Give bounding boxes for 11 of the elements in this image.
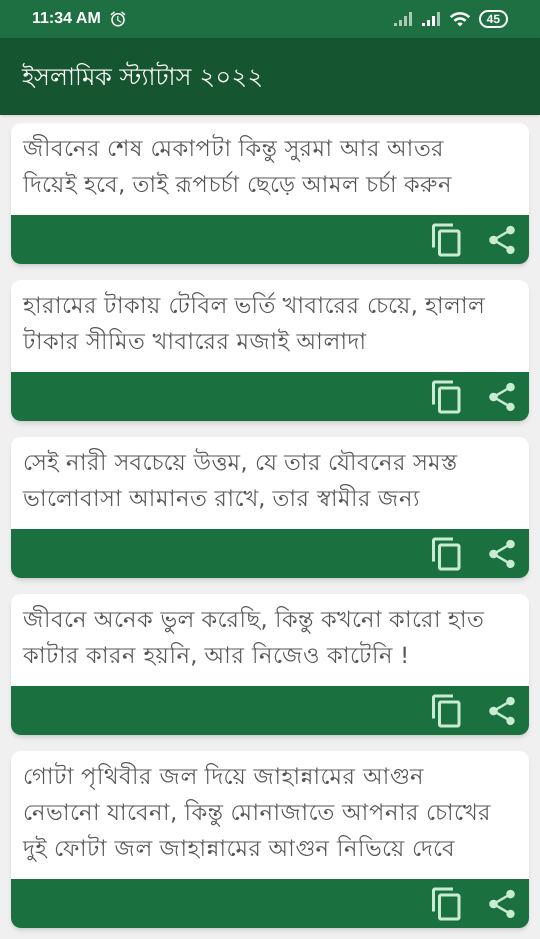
signal-icon [392,11,413,27]
status-text: জীবনের শেষ মেকাপটা কিন্তু সুরমা আর আতর দিয়েই হবে, তাই রূপচর্চা ছেড়ে আমল চর্চা করুন [22,133,454,200]
status-text: সেই নারী সবচেয়ে উত্তম, যে তার যৌবনের সমস্ত ভালোবাসা আমানত রাখে, তার স্বামীর জন্য [22,447,460,514]
app-title: ইসলামিক স্ট্যাটাস ২০২২ [22,60,264,92]
alarm-icon [108,10,127,28]
status-text: গোটা পৃথিবীর জল দিয়ে জাহান্নামের আগুন নেভানো যাবেনা, কিন্তু মোনাজাতে আপনার চোখের দুই ফোটা জল জাহান্নামের আগুন নিভিয়ে দেবে [22,761,492,864]
status-time: 11:34 AM [32,9,101,29]
status-text: জীবনে অনেক ভুল করেছি, কিন্তু কখনো কারো হাত কাটার কারন হয়নি, আর নিজেও কাটেনি ! [22,604,486,671]
battery-icon: 45 [478,10,508,28]
signal-icon [420,11,441,27]
status-text: হারামের টাকায় টেবিল ভর্তি খাবারের চেয়ে, হালাল টাকার সীমিত খাবারের মজাই আলাদা [22,290,486,357]
